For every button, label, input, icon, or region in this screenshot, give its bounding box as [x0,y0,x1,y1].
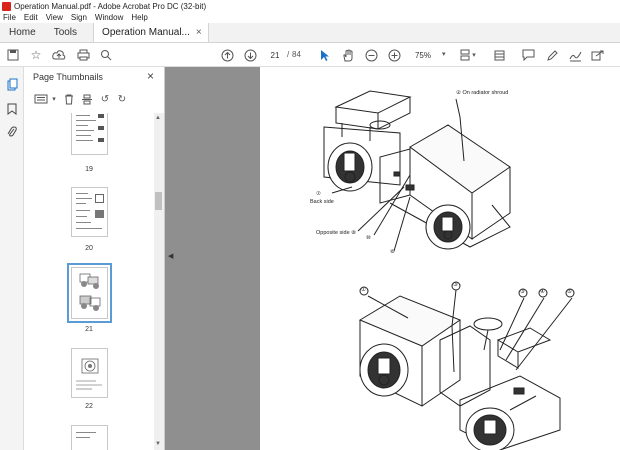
thumbnail-page-22[interactable] [71,348,108,398]
thumbnail-scroll-thumb[interactable] [155,192,162,210]
close-panel-icon[interactable]: × [147,69,154,83]
print-icon[interactable] [75,47,91,63]
tab-home[interactable]: Home [0,23,45,42]
menu-window[interactable]: Window [95,13,123,22]
attachment-icon[interactable] [5,125,19,139]
insert-page-icon[interactable] [80,92,94,106]
thumbnail-page-19[interactable] [71,113,108,155]
thumbnail-label: 19 [85,166,93,173]
sign-icon[interactable] [567,47,583,63]
callout-label: ① [361,287,366,293]
tab-bar: Home Tools Operation Manual... × [0,23,620,43]
share-icon[interactable] [590,47,606,63]
scroll-up-icon[interactable]: ▲ [155,115,161,121]
highlight-pen-icon[interactable] [544,47,560,63]
next-page-icon[interactable] [242,47,258,63]
search-icon[interactable] [98,47,114,63]
hand-tool-icon[interactable] [340,47,356,63]
upload-icon[interactable] [51,47,67,63]
menu-file[interactable]: File [3,13,16,22]
save-icon[interactable] [5,47,21,63]
delete-page-icon[interactable] [62,92,76,106]
window-title: Operation Manual.pdf - Adobe Acrobat Pro… [14,1,207,11]
close-tab-icon[interactable]: × [196,27,202,38]
star-icon[interactable]: ☆ [28,47,44,63]
menu-sign[interactable]: Sign [71,13,87,22]
callout-label: ② On radiator shroud [456,90,509,96]
callout-label: ③ [520,289,525,295]
thumbnail-options-icon[interactable] [32,92,50,106]
zoom-out-icon[interactable] [363,47,379,63]
callout-label: ④ [540,289,545,295]
tab-tools[interactable]: Tools [45,23,86,42]
callout-label: ⑥ [390,249,395,255]
zoom-dropdown-icon[interactable]: ▾ [442,50,446,58]
previous-page-icon[interactable] [219,47,235,63]
thumbnail-scrollbar[interactable] [154,113,164,450]
title-bar: Operation Manual.pdf - Adobe Acrobat Pro… [0,0,620,12]
tab-document[interactable]: Operation Manual... × [93,23,209,42]
collapse-panel-icon[interactable]: ◀ [168,252,173,260]
tab-document-label: Operation Manual... [102,27,190,38]
select-cursor-icon[interactable] [317,47,333,63]
menu-edit[interactable]: Edit [24,13,38,22]
bookmark-icon[interactable] [5,102,19,116]
pdf-page: ② On radiator shroud ⑦ Back side Opposit… [260,67,620,450]
thumbnail-options-dropdown-icon[interactable]: ▾ [50,92,58,106]
page-separator: / [287,50,290,59]
thumbnail-label: 22 [85,403,93,410]
callout-label: ⑤ [567,289,572,295]
callout-label: Opposite side ⑧ [316,230,357,236]
thumbnail-list: 19 20 21 22 [24,113,154,450]
toolbar: ☆ / 84 75% ▾ ▾ [0,43,620,67]
thumbnail-label: 21 [85,326,93,333]
menu-help[interactable]: Help [131,13,147,22]
roller-illustration-top [323,90,511,252]
page-thumbnails-panel: Page Thumbnails × ▾ ↺ ↻ 19 20 21 22 ▲ ▼ [24,67,165,450]
rotate-right-icon[interactable]: ↻ [115,92,129,106]
page-display-dropdown-icon[interactable]: ▾ [470,47,478,63]
menu-bar: File Edit View Sign Window Help [0,12,620,23]
rotate-left-icon[interactable]: ↺ [98,92,112,106]
callout-label: Back side [310,199,334,205]
menu-view[interactable]: View [46,13,63,22]
thumbnail-page-20[interactable] [71,187,108,237]
thumbnail-page-next[interactable] [71,425,108,450]
zoom-level-field[interactable]: 75% [405,48,441,62]
page-thumbnails-icon[interactable] [5,77,19,91]
callout-label: ⑩ [366,235,371,241]
thumbnail-page-21[interactable] [67,263,112,323]
callout-label: ③ [453,282,458,288]
callout-label: ⑦ [316,191,321,197]
acrobat-icon [2,1,11,11]
panel-title: Page Thumbnails [33,72,103,82]
roller-illustration-bottom [358,281,575,450]
scroll-down-icon[interactable]: ▼ [155,441,161,447]
page-number-input[interactable] [264,48,286,62]
comment-icon[interactable] [520,47,536,63]
left-navigation-rail [0,67,24,450]
panel-toolbar: ▾ ↺ ↻ [24,91,165,109]
scroll-mode-icon[interactable] [491,47,507,63]
thumbnail-label: 20 [85,245,93,252]
zoom-in-icon[interactable] [386,47,402,63]
page-total: 84 [292,50,301,59]
